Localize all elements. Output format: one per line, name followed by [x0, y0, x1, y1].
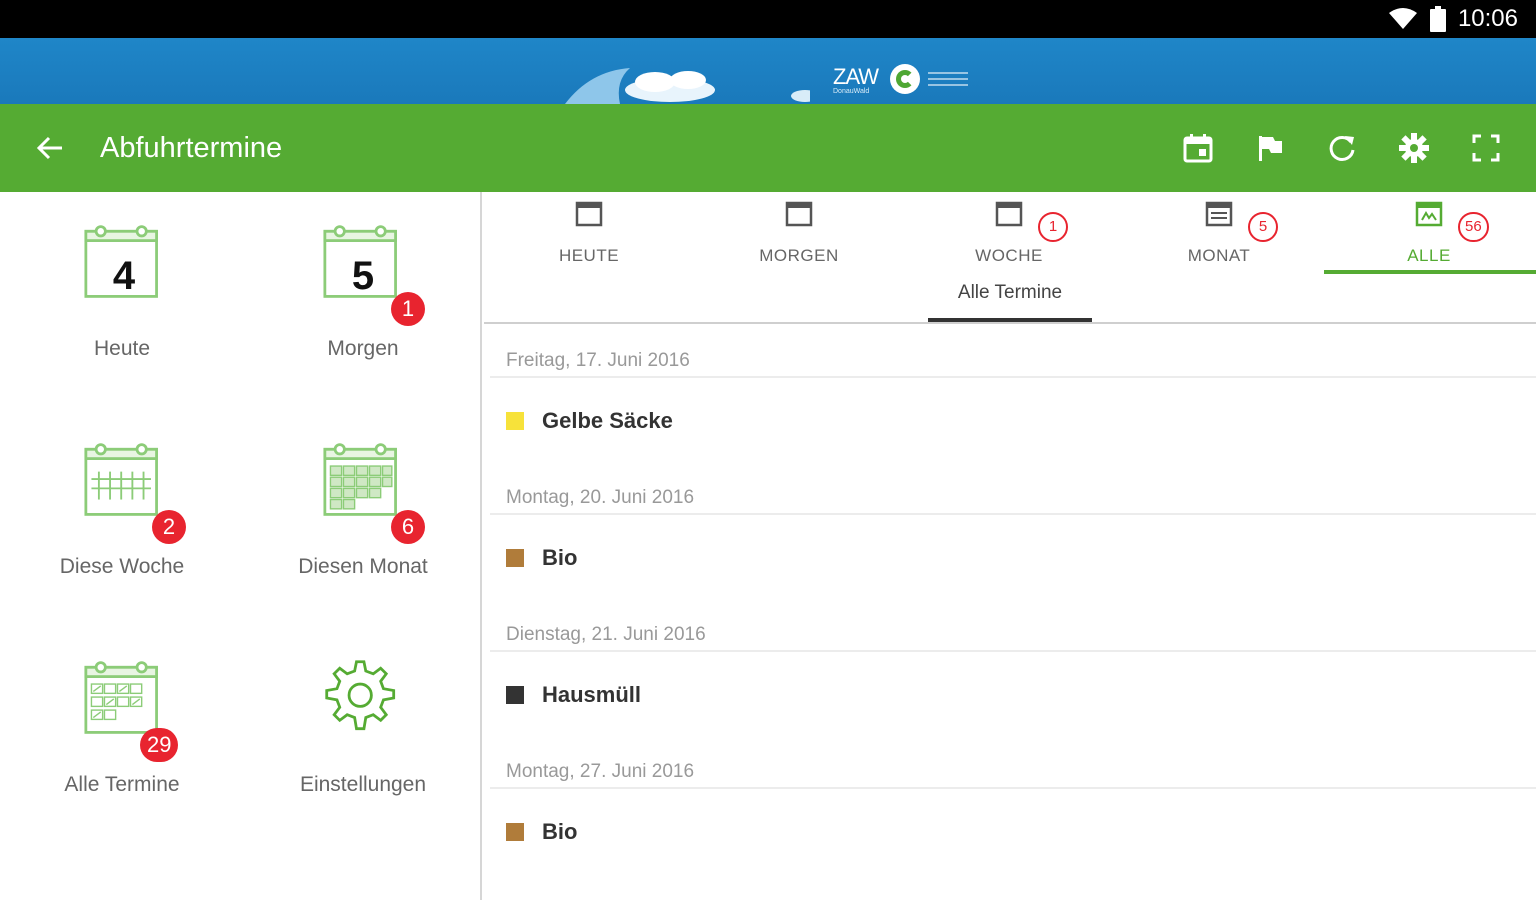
waste-color-swatch — [506, 549, 524, 567]
battery-icon — [1429, 6, 1446, 32]
tile-badge: 1 — [391, 292, 425, 326]
tile-einstellungen[interactable]: Einstellungen — [263, 628, 463, 828]
logo-lines — [928, 68, 968, 92]
tab-heute[interactable]: HEUTE — [484, 192, 694, 274]
tile-diese-woche[interactable]: 2 Diese Woche — [22, 410, 222, 610]
appointment-entry[interactable]: Hausmüll — [506, 682, 641, 708]
settings-icon — [1399, 133, 1429, 163]
tab-badge: 56 — [1458, 212, 1489, 242]
logo-subtitle: DonauWald — [833, 88, 870, 95]
appointment-date: Montag, 27. Juni 2016 — [506, 761, 695, 782]
appointments-panel: HEUTE MORGEN 1 WOCHE 5 MONAT 56 ALLE All… — [484, 192, 1536, 900]
left-menu: 4 Heute 5 1 Morgen 2 Diese Woche 6 Diese… — [0, 192, 482, 900]
divider — [490, 376, 1536, 378]
appointment-entry[interactable]: Bio — [506, 819, 577, 845]
fullscreen-icon — [1472, 134, 1500, 162]
calendar-icon — [575, 201, 603, 227]
tile-label: Diesen Monat — [298, 555, 428, 578]
tab-label: HEUTE — [558, 246, 620, 265]
subtab-indicator — [928, 318, 1092, 322]
calendar-month-icon — [1205, 201, 1233, 227]
tab-label: WOCHE — [975, 246, 1043, 265]
appointment-entry[interactable]: Gelbe Säcke — [506, 408, 673, 434]
app-toolbar: Abfuhrtermine — [0, 104, 1536, 192]
tab-label: MONAT — [1187, 246, 1251, 265]
appointment-entry[interactable]: Bio — [506, 545, 577, 571]
tile-badge: 2 — [152, 510, 186, 544]
tab-badge: 5 — [1248, 212, 1278, 242]
tab-label: ALLE — [1407, 246, 1451, 265]
toolbar-actions — [1178, 128, 1506, 168]
calendar-all-icon — [84, 661, 158, 734]
calendar-icon — [785, 201, 813, 227]
tile-alle-termine[interactable]: 29 Alle Termine — [22, 628, 222, 828]
wifi-icon — [1388, 8, 1417, 29]
list-item: Freitag, 17. Juni 2016 Gelbe Säcke — [484, 326, 1536, 463]
refresh-button[interactable] — [1322, 128, 1362, 168]
tile-label: Morgen — [327, 337, 399, 360]
status-bar-right: 10:06 — [1388, 0, 1518, 38]
status-time: 10:06 — [1457, 5, 1518, 32]
tile-label: Alle Termine — [64, 773, 180, 796]
tab-badge: 1 — [1038, 212, 1068, 242]
divider — [490, 787, 1536, 789]
calendar-week-icon — [995, 201, 1023, 227]
appointment-date: Dienstag, 21. Juni 2016 — [506, 624, 706, 645]
list-item: Dienstag, 21. Juni 2016 Hausmüll — [484, 600, 1536, 737]
tile-label: Diese Woche — [59, 555, 185, 578]
waste-color-swatch — [506, 412, 524, 430]
status-bar: 10:06 — [0, 0, 1536, 38]
waste-type: Bio — [542, 545, 578, 570]
zaw-logo: ZAW DonauWald — [560, 38, 980, 104]
waste-color-swatch — [506, 823, 524, 841]
appointment-list: Freitag, 17. Juni 2016 Gelbe Säcke Monta… — [484, 326, 1536, 874]
tile-label: Einstellungen — [299, 773, 427, 796]
fullscreen-button[interactable] — [1466, 128, 1506, 168]
waste-type: Gelbe Säcke — [542, 408, 673, 433]
tab-alle[interactable]: 56 ALLE — [1324, 192, 1534, 274]
tab-monat[interactable]: 5 MONAT — [1114, 192, 1324, 274]
calendar-icon — [1183, 134, 1213, 163]
list-item: Montag, 27. Juni 2016 Bio — [484, 737, 1536, 874]
tile-badge: 29 — [140, 728, 179, 762]
tab-label: MORGEN — [759, 246, 839, 265]
waste-color-swatch — [506, 686, 524, 704]
sub-tabs: Alle Termine — [484, 274, 1536, 324]
calendar-month-icon — [323, 443, 397, 516]
list-item: Montag, 20. Juni 2016 Bio — [484, 463, 1536, 600]
calendar-week-icon — [84, 443, 158, 516]
period-tabs: HEUTE MORGEN 1 WOCHE 5 MONAT 56 ALLE — [484, 192, 1536, 274]
waste-type: Hausmüll — [542, 682, 642, 707]
header-banner: ZAW DonauWald — [0, 38, 1536, 104]
logo-text: ZAW — [833, 64, 879, 89]
subtab-alle-termine[interactable]: Alle Termine — [928, 282, 1092, 322]
calendar-day-number: 4 — [112, 254, 136, 298]
tile-morgen[interactable]: 5 1 Morgen — [263, 192, 463, 392]
divider — [490, 650, 1536, 652]
waste-type: Bio — [542, 819, 578, 844]
page-title: Abfuhrtermine — [100, 132, 283, 164]
tile-label: Heute — [93, 337, 151, 360]
settings-button[interactable] — [1394, 128, 1434, 168]
flag-button[interactable] — [1250, 128, 1290, 168]
calendar-button[interactable] — [1178, 128, 1218, 168]
calendar-all-icon — [1415, 201, 1443, 227]
divider — [490, 513, 1536, 515]
appointment-date: Freitag, 17. Juni 2016 — [506, 350, 690, 371]
tile-heute[interactable]: 4 Heute — [22, 192, 222, 392]
tab-woche[interactable]: 1 WOCHE — [904, 192, 1114, 274]
logo-ring-icon — [890, 64, 920, 94]
calendar-day-number: 5 — [351, 254, 375, 298]
tab-morgen[interactable]: MORGEN — [694, 192, 904, 274]
tile-badge: 6 — [391, 510, 425, 544]
back-arrow-icon[interactable] — [32, 130, 68, 166]
flag-icon — [1259, 136, 1282, 161]
refresh-icon — [1329, 135, 1355, 161]
tile-diesen-monat[interactable]: 6 Diesen Monat — [263, 410, 463, 610]
settings-gear-icon — [325, 660, 396, 731]
appointment-date: Montag, 20. Juni 2016 — [506, 487, 695, 508]
